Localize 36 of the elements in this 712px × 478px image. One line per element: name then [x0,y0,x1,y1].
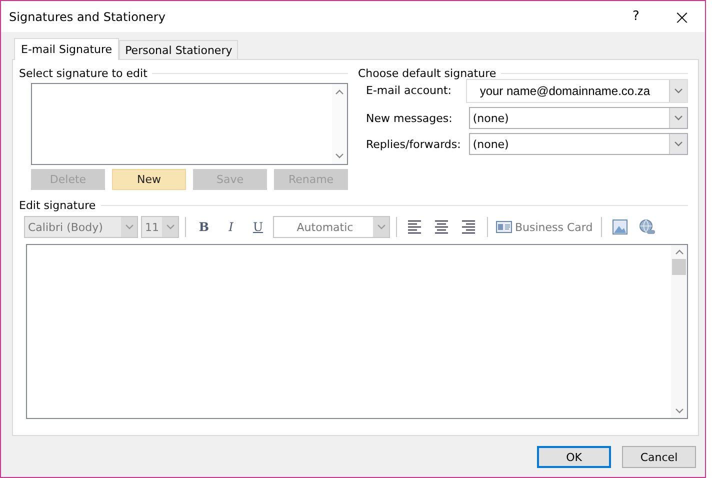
scroll-down-icon[interactable] [674,408,684,414]
scroll-up-icon[interactable] [335,89,344,95]
bold-button[interactable]: B [192,217,216,237]
scroll-up-icon[interactable] [674,249,684,255]
color-dropdown[interactable]: Automatic [273,216,390,238]
close-button[interactable]: × [659,1,705,32]
scroll-thumb[interactable] [672,259,686,275]
align-left-icon[interactable] [407,219,423,235]
globe-icon[interactable] [638,219,655,235]
signature-list[interactable] [31,83,348,165]
italic-button[interactable]: I [219,217,243,237]
signature-button[interactable]: New [112,169,186,190]
dropdown-field[interactable]: your name@domainname.co.za [466,79,688,103]
business-card-button[interactable]: Business Card [494,220,595,234]
scroll-down-icon[interactable] [335,153,344,159]
field-label: Replies/forwards: [366,138,461,150]
section-heading: Choose default signature [358,66,496,80]
align-right-icon[interactable] [461,219,477,235]
dropdown-field[interactable]: (none) [468,133,688,155]
window-title: Signatures and Stationery [9,10,166,24]
section-heading: Select signature to edit [19,66,148,80]
align-center-icon[interactable] [434,219,450,235]
font-dropdown[interactable]: Calibri (Body) [24,216,138,238]
picture-icon[interactable] [612,219,628,235]
field-label: E-mail account: [366,84,453,98]
help-button[interactable]: ? [613,1,659,32]
dropdown-field[interactable]: (none) [468,107,688,129]
field-label: New messages: [366,112,454,124]
section-heading: Edit signature [19,198,96,212]
dialog-button[interactable]: OK [537,446,611,468]
dialog-button[interactable]: Cancel [622,446,696,468]
tab[interactable]: E-mail Signature [14,38,120,60]
font-dropdown[interactable]: 11 [141,216,179,238]
tab[interactable]: Personal Stationery [119,40,238,59]
underline-button[interactable]: U [246,217,270,237]
card-icon[interactable] [496,221,512,233]
